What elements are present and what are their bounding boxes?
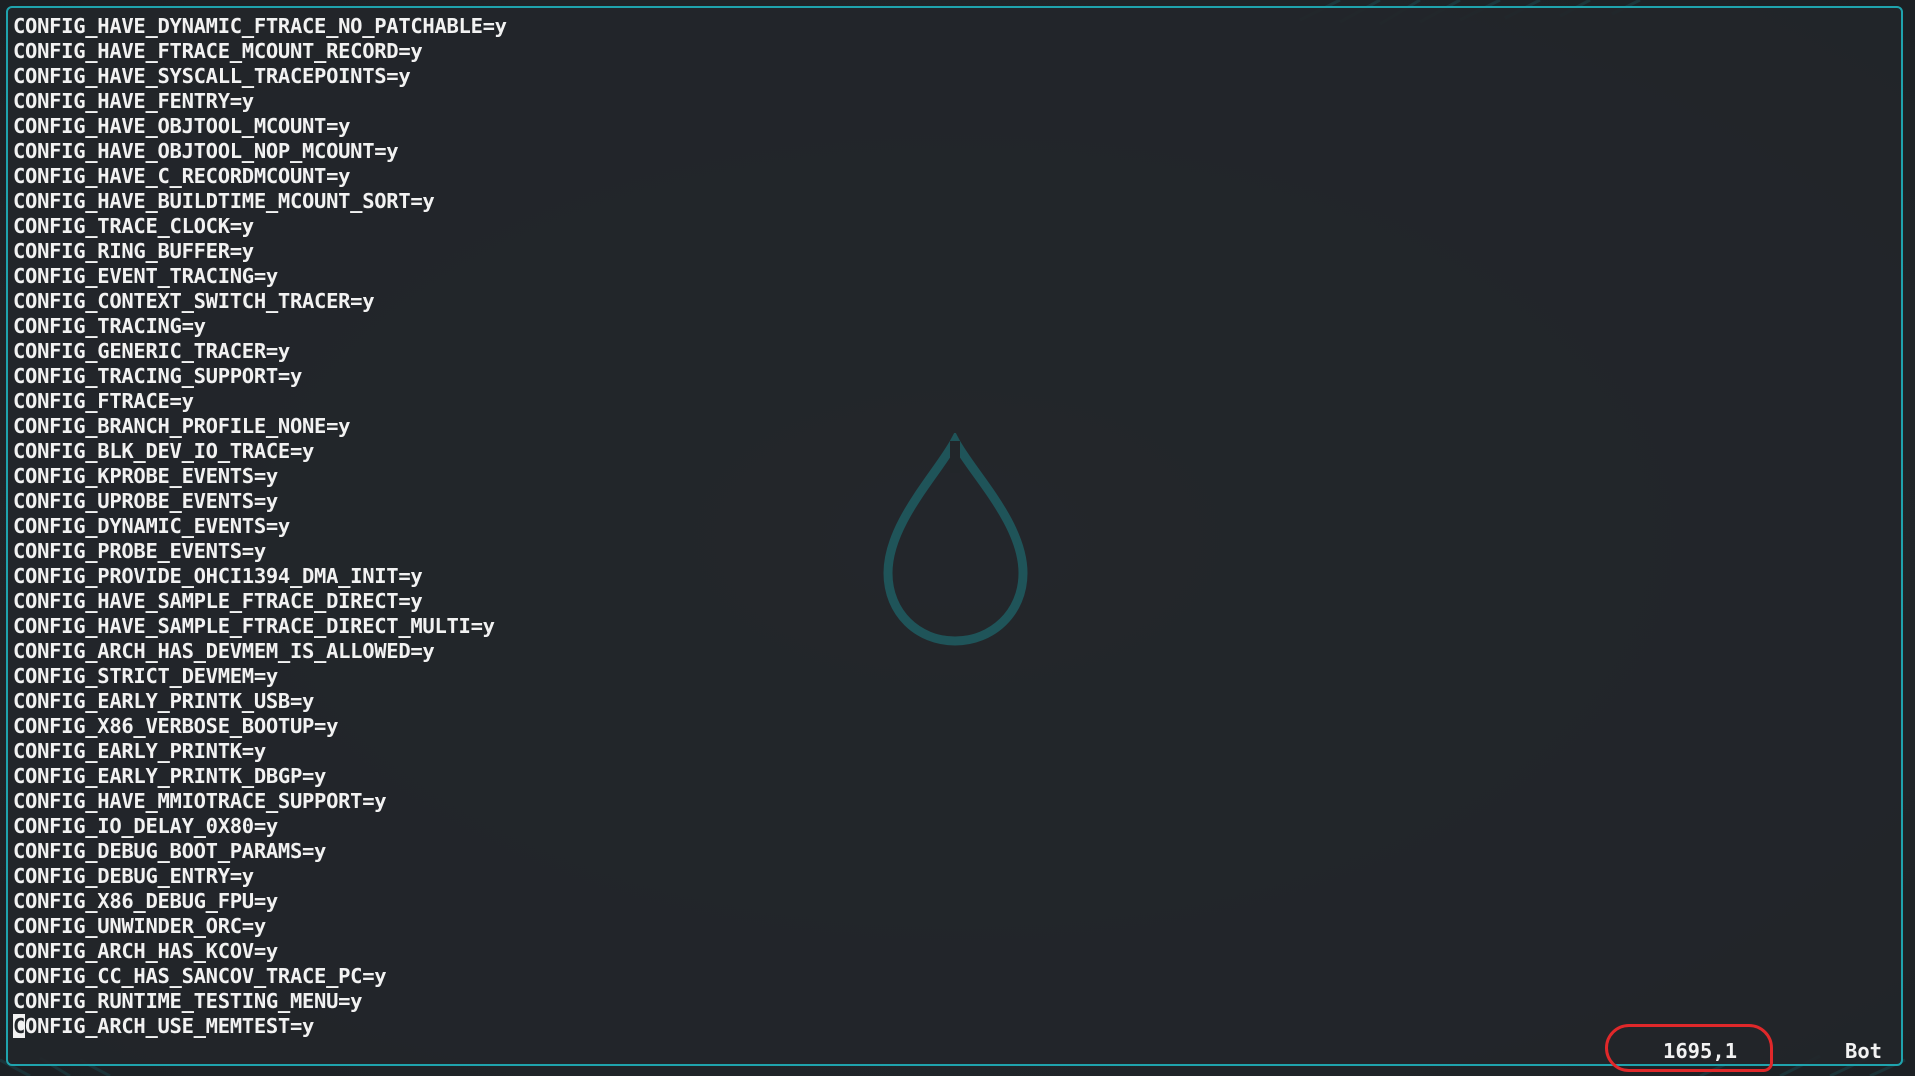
config-line[interactable]: CONFIG_HAVE_SAMPLE_FTRACE_DIRECT_MULTI=y [13, 614, 507, 639]
config-line[interactable]: CONFIG_CC_HAS_SANCOV_TRACE_PC=y [13, 964, 507, 989]
config-line[interactable]: CONFIG_EARLY_PRINTK_DBGP=y [13, 764, 507, 789]
config-line[interactable]: CONFIG_X86_DEBUG_FPU=y [13, 889, 507, 914]
config-line[interactable]: CONFIG_TRACING=y [13, 314, 507, 339]
config-line[interactable]: CONFIG_HAVE_OBJTOOL_MCOUNT=y [13, 114, 507, 139]
config-line[interactable]: CONFIG_UNWINDER_ORC=y [13, 914, 507, 939]
config-line[interactable]: CONFIG_IO_DELAY_0X80=y [13, 814, 507, 839]
config-line[interactable]: CONFIG_HAVE_SYSCALL_TRACEPOINTS=y [13, 64, 507, 89]
config-line[interactable]: CONFIG_X86_VERBOSE_BOOTUP=y [13, 714, 507, 739]
config-line[interactable]: CONFIG_GENERIC_TRACER=y [13, 339, 507, 364]
config-line[interactable]: CONFIG_DEBUG_BOOT_PARAMS=y [13, 839, 507, 864]
config-line[interactable]: CONFIG_HAVE_SAMPLE_FTRACE_DIRECT=y [13, 589, 507, 614]
config-line[interactable]: CONFIG_CONTEXT_SWITCH_TRACER=y [13, 289, 507, 314]
config-line[interactable]: CONFIG_KPROBE_EVENTS=y [13, 464, 507, 489]
desktop-background: CONFIG_HAVE_DYNAMIC_FTRACE_NO_PATCHABLE=… [0, 0, 1915, 1076]
config-line[interactable]: CONFIG_UPROBE_EVENTS=y [13, 489, 507, 514]
config-line[interactable]: CONFIG_ARCH_HAS_KCOV=y [13, 939, 507, 964]
config-line[interactable]: CONFIG_RUNTIME_TESTING_MENU=y [13, 989, 507, 1014]
droplet-logo-icon [883, 433, 1028, 646]
config-line[interactable]: CONFIG_BLK_DEV_IO_TRACE=y [13, 439, 507, 464]
config-line[interactable]: CONFIG_FTRACE=y [13, 389, 507, 414]
config-line[interactable]: CONFIG_EARLY_PRINTK=y [13, 739, 507, 764]
config-line[interactable]: CONFIG_PROVIDE_OHCI1394_DMA_INIT=y [13, 564, 507, 589]
config-line[interactable]: CONFIG_TRACE_CLOCK=y [13, 214, 507, 239]
scroll-indicator: Bot [1845, 1039, 1883, 1063]
config-line[interactable]: CONFIG_DEBUG_ENTRY=y [13, 864, 507, 889]
config-line[interactable]: CONFIG_HAVE_FTRACE_MCOUNT_RECORD=y [13, 39, 507, 64]
config-line[interactable]: CONFIG_ARCH_HAS_DEVMEM_IS_ALLOWED=y [13, 639, 507, 664]
config-line[interactable]: CONFIG_TRACING_SUPPORT=y [13, 364, 507, 389]
config-line[interactable]: CONFIG_EARLY_PRINTK_USB=y [13, 689, 507, 714]
config-line-text: ONFIG_ARCH_USE_MEMTEST=y [25, 1014, 315, 1038]
config-line[interactable]: CONFIG_PROBE_EVENTS=y [13, 539, 507, 564]
text-cursor: C [13, 1014, 26, 1038]
config-line[interactable]: CONFIG_BRANCH_PROFILE_NONE=y [13, 414, 507, 439]
config-line[interactable]: CONFIG_RING_BUFFER=y [13, 239, 507, 264]
config-line[interactable]: CONFIG_DYNAMIC_EVENTS=y [13, 514, 507, 539]
config-line[interactable]: CONFIG_HAVE_C_RECORDMCOUNT=y [13, 164, 507, 189]
file-content[interactable]: CONFIG_HAVE_DYNAMIC_FTRACE_NO_PATCHABLE=… [13, 14, 507, 1039]
config-line[interactable]: CONFIG_HAVE_BUILDTIME_MCOUNT_SORT=y [13, 189, 507, 214]
config-line[interactable]: CONFIG_STRICT_DEVMEM=y [13, 664, 507, 689]
config-line[interactable]: CONFIG_HAVE_MMIOTRACE_SUPPORT=y [13, 789, 507, 814]
annotation-highlight-circle [1605, 1024, 1773, 1072]
terminal-window[interactable]: CONFIG_HAVE_DYNAMIC_FTRACE_NO_PATCHABLE=… [6, 6, 1903, 1066]
config-line[interactable]: CONFIG_EVENT_TRACING=y [13, 264, 507, 289]
config-line[interactable]: CONFIG_HAVE_FENTRY=y [13, 89, 507, 114]
config-line[interactable]: CONFIG_HAVE_DYNAMIC_FTRACE_NO_PATCHABLE=… [13, 14, 507, 39]
config-line[interactable]: CONFIG_HAVE_OBJTOOL_NOP_MCOUNT=y [13, 139, 507, 164]
config-line-current[interactable]: CONFIG_ARCH_USE_MEMTEST=y [13, 1014, 507, 1039]
